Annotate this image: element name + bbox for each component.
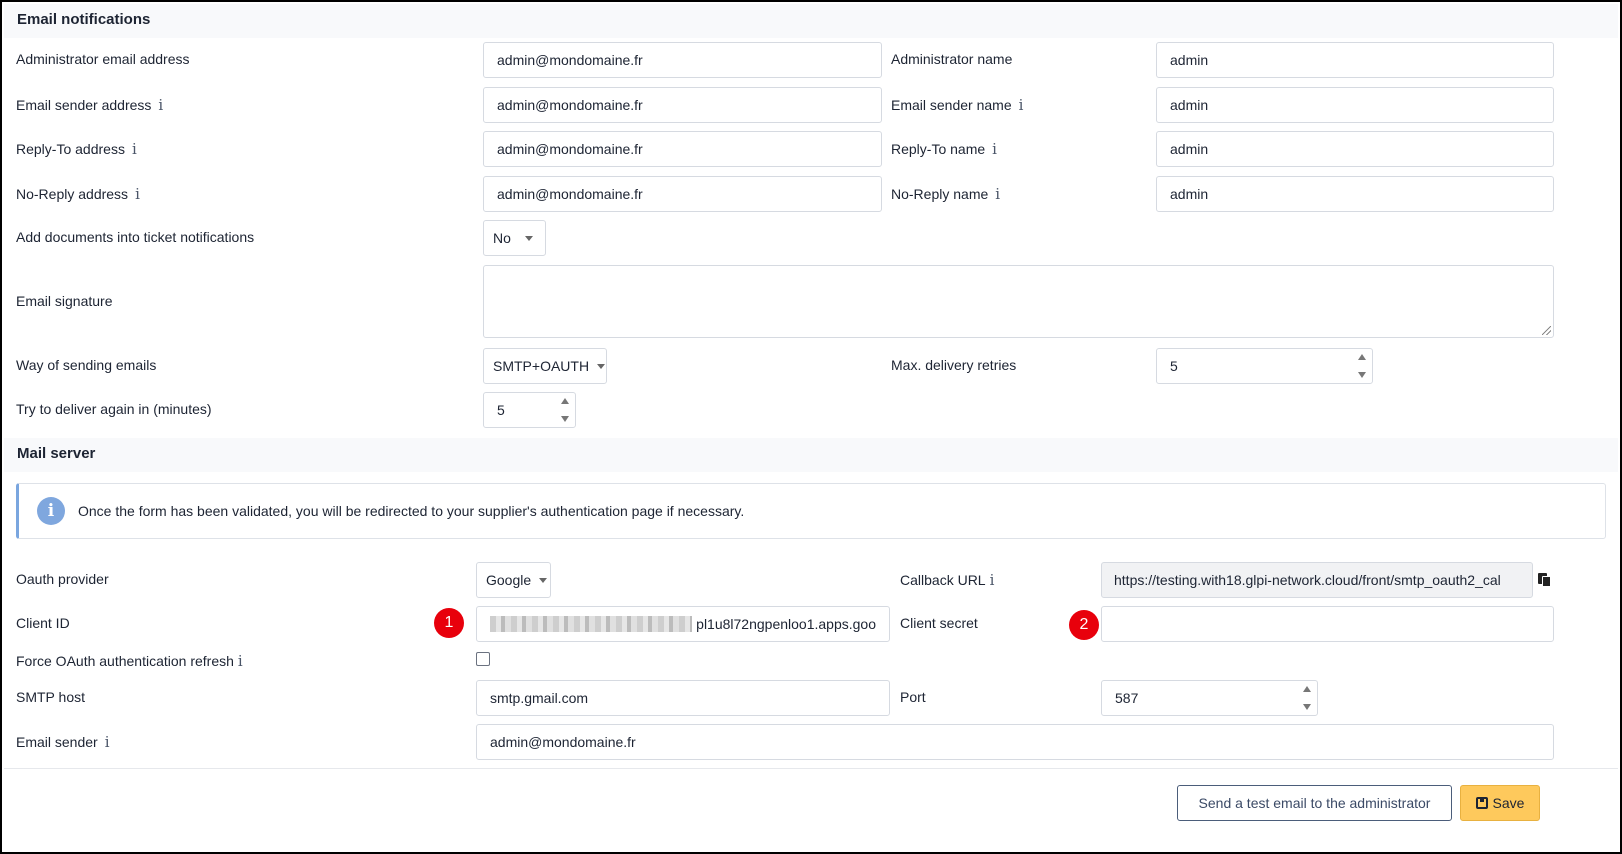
email-notifications-header: Email notifications [4,4,1618,38]
sender-address-label: Email sender address i [16,96,164,114]
signature-textarea[interactable] [483,265,1554,338]
smtp-host-label: SMTP host [16,689,85,705]
chevron-down-icon [597,363,606,369]
retry-delay-field[interactable]: 5 [483,392,576,428]
save-icon [1475,797,1488,809]
redacted-text [490,616,693,632]
section-title: Mail server [17,445,96,462]
retry-delay-label: Try to deliver again in (minutes) [16,401,212,417]
chevron-down-icon [539,577,548,583]
stepper-down-icon[interactable] [1303,704,1311,710]
force-refresh-label: Force OAuth authentication refresh i [16,652,243,670]
no-reply-name-label: No-Reply name i [891,185,1001,203]
info-icon[interactable]: i [238,652,243,670]
stepper-down-icon[interactable] [561,416,569,422]
info-icon[interactable]: i [1019,96,1024,114]
client-id-label: Client ID [16,615,70,631]
sending-way-label: Way of sending emails [16,357,157,373]
info-icon[interactable]: i [105,733,110,751]
email-notifications-page: Email notifications Administrator email … [0,0,1622,854]
callback-url-label: Callback URL i [900,571,995,589]
sender-name-field[interactable]: admin [1156,87,1554,123]
email-sender-field[interactable]: admin@mondomaine.fr [476,724,1554,760]
resize-handle-icon[interactable] [1542,326,1551,335]
info-icon[interactable]: i [995,185,1000,203]
reply-to-name-label: Reply-To name i [891,140,997,158]
port-label: Port [900,689,926,705]
callback-url-field[interactable]: https://testing.with18.glpi-network.clou… [1101,562,1533,598]
oauth-provider-label: Oauth provider [16,571,109,587]
admin-email-field[interactable]: admin@mondomaine.fr [483,42,882,78]
section-title: Email notifications [17,11,151,28]
send-test-email-button[interactable]: Send a test email to the administrator [1177,785,1452,821]
force-refresh-checkbox[interactable] [476,652,490,666]
copy-icon[interactable] [1537,572,1553,588]
mail-server-header: Mail server [4,438,1618,472]
client-id-field[interactable]: pl1u8l72ngpenloo1.apps.goo [476,606,890,642]
admin-email-label: Administrator email address [16,51,190,67]
smtp-host-field[interactable]: smtp.gmail.com [476,680,890,716]
info-icon[interactable]: i [158,96,163,114]
port-field[interactable]: 587 [1101,680,1318,716]
max-retries-field[interactable]: 5 [1156,348,1373,384]
info-icon[interactable]: i [992,140,997,158]
reply-to-address-label: Reply-To address i [16,140,137,158]
sending-way-select[interactable]: SMTP+OAUTH [483,348,607,384]
admin-name-label: Administrator name [891,51,1013,67]
email-sender-label: Email sender i [16,733,110,751]
chevron-down-icon [524,235,533,241]
client-secret-label: Client secret [900,615,978,631]
max-retries-label: Max. delivery retries [891,357,1017,373]
stepper-down-icon[interactable] [1358,372,1366,378]
info-icon[interactable]: i [132,140,137,158]
client-secret-field[interactable] [1101,606,1554,642]
number-stepper[interactable] [1302,686,1312,710]
reply-to-address-field[interactable]: admin@mondomaine.fr [483,131,882,167]
no-reply-address-field[interactable]: admin@mondomaine.fr [483,176,882,212]
sender-name-label: Email sender name i [891,96,1024,114]
reply-to-name-field[interactable]: admin [1156,131,1554,167]
stepper-up-icon[interactable] [1303,686,1311,692]
annotation-badge-1: 1 [434,608,464,638]
oauth-provider-select[interactable]: Google [476,562,551,598]
sender-address-field[interactable]: admin@mondomaine.fr [483,87,882,123]
no-reply-name-field[interactable]: admin [1156,176,1554,212]
annotation-badge-2: 2 [1069,610,1099,640]
info-icon[interactable]: i [990,571,995,589]
signature-label: Email signature [16,293,113,309]
no-reply-address-label: No-Reply address i [16,185,140,203]
number-stepper[interactable] [560,398,570,422]
admin-name-field[interactable]: admin [1156,42,1554,78]
add-documents-select[interactable]: No [483,220,546,256]
info-circle-icon: i [37,497,65,525]
alert-text: Once the form has been validated, you wi… [78,503,745,519]
footer-divider [4,768,1618,769]
number-stepper[interactable] [1357,354,1367,378]
stepper-up-icon[interactable] [1358,354,1366,360]
stepper-up-icon[interactable] [561,398,569,404]
add-documents-label: Add documents into ticket notifications [16,229,255,245]
info-icon[interactable]: i [135,185,140,203]
info-alert: i Once the form has been validated, you … [16,483,1606,539]
save-button[interactable]: Save [1460,785,1540,821]
